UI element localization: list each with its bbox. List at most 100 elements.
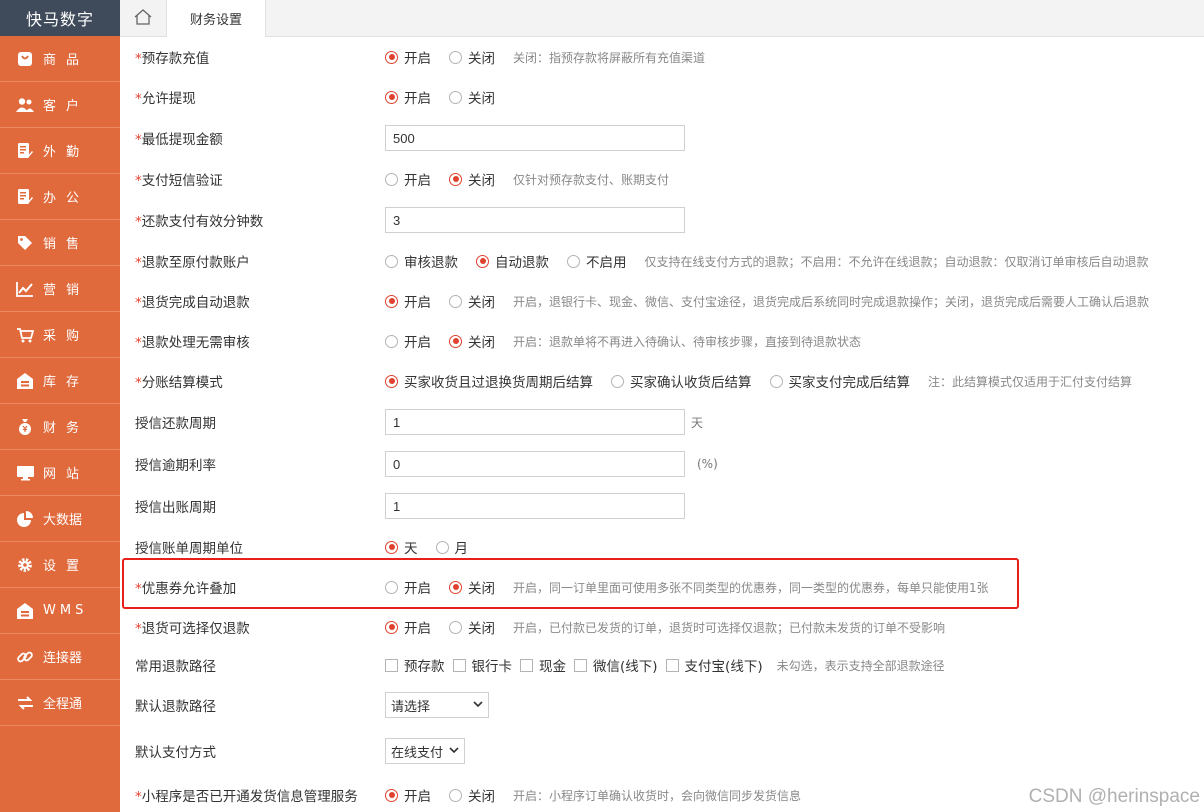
sidebar-item-goods[interactable]: 商品 xyxy=(0,36,120,82)
tag-icon xyxy=(16,234,34,252)
field-label: 分账结算模式 xyxy=(141,375,223,391)
radio-settle-after-period[interactable]: 买家收货且过退换货周期后结算 xyxy=(385,371,593,391)
checkbox-icon xyxy=(574,658,587,672)
sidebar-item-purchase[interactable]: 采购 xyxy=(0,312,120,358)
radio-refund-disabled[interactable]: 不启用 xyxy=(567,251,627,271)
sidebar-item-bigdata[interactable]: 大数据 xyxy=(0,496,120,542)
sidebar-item-inventory[interactable]: 库存 xyxy=(0,358,120,404)
radio-icon xyxy=(769,374,783,388)
field-label: 退款至原付款账户 xyxy=(141,255,250,271)
radio-return-auto-refund-on[interactable]: 开启 xyxy=(385,291,431,311)
radio-refund-no-audit-off[interactable]: 关闭 xyxy=(449,331,495,351)
tab-home[interactable] xyxy=(120,0,167,37)
radio-return-auto-refund-off[interactable]: 关闭 xyxy=(449,291,495,311)
radio-selected-icon xyxy=(385,540,398,554)
radio-return-refund-only-off[interactable]: 关闭 xyxy=(449,617,495,637)
clipboard-edit-icon xyxy=(16,188,34,206)
sidebar-item-website[interactable]: 网站 xyxy=(0,450,120,496)
form-row-credit-overdue-rate: 授信逾期利率 (%) xyxy=(120,443,1204,485)
radio-icon xyxy=(611,374,624,388)
checkbox-refund-bank-card[interactable]: 银行卡 xyxy=(452,655,512,675)
radio-coupon-stack-off[interactable]: 关闭 xyxy=(449,577,495,597)
field-label: 授信逾期利率 xyxy=(135,458,216,474)
checkbox-refund-alipay-offline[interactable]: 支付宝(线下) xyxy=(665,655,763,675)
form-row-sms-verify: *支付短信验证 开启 关闭 仅针对预存款支付、账期支付 xyxy=(120,159,1204,199)
chart-line-icon xyxy=(16,280,34,298)
credit-repay-period-input[interactable] xyxy=(385,409,685,435)
radio-prepay-recharge-on[interactable]: 开启 xyxy=(385,47,431,67)
checkbox-refund-wechat-offline[interactable]: 微信(线下) xyxy=(574,655,658,675)
clipboard-edit-icon xyxy=(16,142,34,160)
field-hint: 仅针对预存款支付、账期支付 xyxy=(513,172,670,187)
radio-bill-unit-day[interactable]: 天 xyxy=(385,537,418,557)
tab-finance-settings[interactable]: 财务设置 xyxy=(167,0,266,37)
radio-refund-audit[interactable]: 审核退款 xyxy=(385,251,458,271)
sidebar-item-sales[interactable]: 销售 xyxy=(0,220,120,266)
radio-allow-withdraw-off[interactable]: 关闭 xyxy=(449,87,495,107)
radio-bill-unit-month[interactable]: 月 xyxy=(435,537,468,557)
form-row-min-withdraw: *最低提现金额 xyxy=(120,117,1204,159)
pie-chart-icon xyxy=(16,510,34,528)
warehouse-icon xyxy=(16,602,34,620)
radio-allow-withdraw-on[interactable]: 开启 xyxy=(385,87,431,107)
form-row-credit-repay-period: 授信还款周期 天 xyxy=(120,401,1204,443)
radio-settle-after-payment[interactable]: 买家支付完成后结算 xyxy=(769,371,910,391)
money-bag-icon xyxy=(16,418,34,436)
sidebar-item-label: 营销 xyxy=(43,283,90,298)
checkbox-refund-prepay[interactable]: 预存款 xyxy=(385,655,445,675)
radio-selected-icon xyxy=(449,172,462,186)
sidebar-item-customers[interactable]: 客户 xyxy=(0,82,120,128)
sidebar-item-label: 库存 xyxy=(43,375,90,390)
min-withdraw-input[interactable] xyxy=(385,125,685,151)
sidebar-item-wms[interactable]: WMS xyxy=(0,588,120,634)
sidebar-item-fullchain[interactable]: 全程通 xyxy=(0,680,120,726)
field-hint: 仅支持在线支付方式的退款；不启用：不允许在线退款；自动退款：仅取消订单审核后自动… xyxy=(644,254,1149,269)
default-pay-method-select[interactable]: 在线支付 xyxy=(385,738,465,764)
radio-refund-no-audit-on[interactable]: 开启 xyxy=(385,331,431,351)
default-refund-path-select[interactable]: 请选择 xyxy=(385,692,489,718)
field-label: 预存款充值 xyxy=(141,51,210,67)
repay-minutes-input[interactable] xyxy=(385,207,685,233)
field-hint: 未勾选，表示支持全部退款途径 xyxy=(776,658,945,673)
sidebar-item-marketing[interactable]: 营销 xyxy=(0,266,120,312)
sidebar-item-settings[interactable]: 设置 xyxy=(0,542,120,588)
radio-selected-icon xyxy=(385,374,398,388)
radio-miniprogram-ship-on[interactable]: 开启 xyxy=(385,785,431,805)
field-hint: 开启：小程序订单确认收货时，会向微信同步发货信息 xyxy=(513,788,802,803)
link-icon xyxy=(16,648,34,666)
radio-icon xyxy=(449,788,462,802)
credit-bill-period-input[interactable] xyxy=(385,493,685,519)
radio-icon xyxy=(449,620,462,634)
field-label: 退货完成自动退款 xyxy=(141,295,250,311)
radio-return-refund-only-on[interactable]: 开启 xyxy=(385,617,431,637)
brand-logo: 快马数字 xyxy=(0,0,120,36)
field-label: 还款支付有效分钟数 xyxy=(141,214,264,230)
sidebar-item-field[interactable]: 外勤 xyxy=(0,128,120,174)
sidebar-item-connector[interactable]: 连接器 xyxy=(0,634,120,680)
radio-prepay-recharge-off[interactable]: 关闭 xyxy=(449,47,495,67)
radio-sms-verify-on[interactable]: 开启 xyxy=(385,169,431,189)
radio-coupon-stack-on[interactable]: 开启 xyxy=(385,577,431,597)
radio-settle-after-receipt[interactable]: 买家确认收货后结算 xyxy=(611,371,752,391)
credit-overdue-rate-input[interactable] xyxy=(385,451,685,477)
sidebar-item-label: 采购 xyxy=(43,329,90,344)
checkbox-refund-cash[interactable]: 现金 xyxy=(520,655,566,675)
sidebar-item-label: 全程通 xyxy=(43,697,83,712)
sidebar: 商品 客户 外勤 办公 销售 营销 采购 库存 财务 网站 大数据 设置 WMS… xyxy=(0,36,120,812)
form-row-refund-original: *退款至原付款账户 审核退款 自动退款 不启用 仅支持在线支付方式的退款；不启用… xyxy=(120,241,1204,281)
radio-selected-icon xyxy=(449,334,462,348)
sidebar-item-office[interactable]: 办公 xyxy=(0,174,120,220)
radio-miniprogram-ship-off[interactable]: 关闭 xyxy=(449,785,495,805)
sidebar-item-label: 财务 xyxy=(43,421,90,436)
radio-icon xyxy=(567,254,580,268)
form-row-default-pay-method: 默认支付方式 在线支付 xyxy=(120,730,1204,772)
field-label: 默认退款路径 xyxy=(135,699,216,715)
radio-sms-verify-off[interactable]: 关闭 xyxy=(449,169,495,189)
chevron-down-icon xyxy=(449,746,459,757)
radio-icon xyxy=(385,580,398,594)
radio-refund-auto[interactable]: 自动退款 xyxy=(476,251,549,271)
sidebar-item-finance[interactable]: 财务 xyxy=(0,404,120,450)
field-hint: 开启，已付款已发货的订单，退货时可选择仅退款；已付款未发货的订单不受影响 xyxy=(513,620,946,635)
sidebar-item-label: 网站 xyxy=(43,467,90,482)
form-row-allow-withdraw: *允许提现 开启 关闭 xyxy=(120,77,1204,117)
